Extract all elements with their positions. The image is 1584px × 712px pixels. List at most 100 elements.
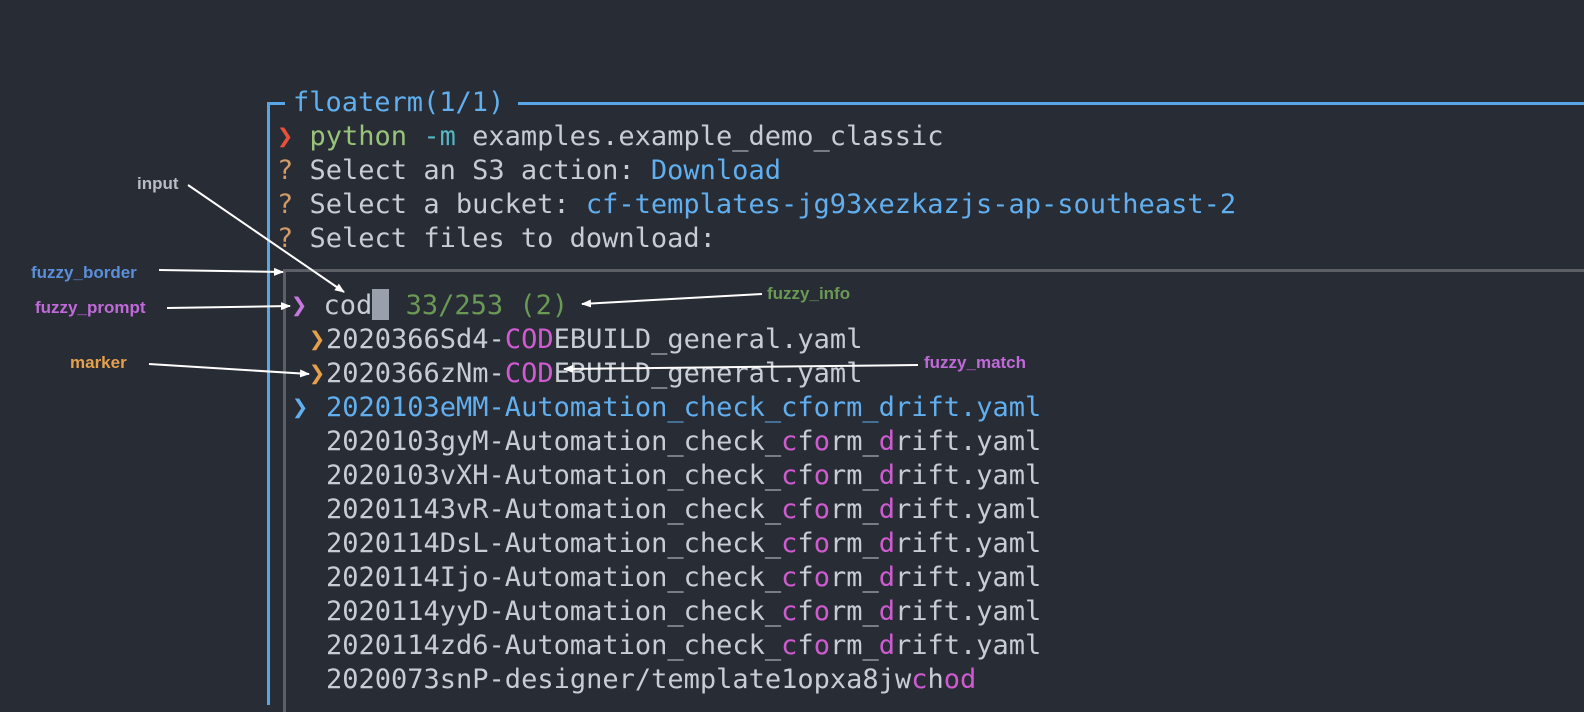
annotation-input: input: [137, 174, 179, 193]
item-text: 2020366zNm-: [326, 358, 505, 389]
question-answer: Download: [650, 155, 781, 186]
fuzzy-match-text: o: [813, 562, 830, 593]
fuzzy-match-text: c: [911, 664, 928, 695]
fuzzy-match-text: COD: [504, 324, 554, 355]
item-text: 2020103vXH-Automation_check_: [326, 460, 782, 491]
item-text: rm_: [829, 596, 879, 627]
fuzzy-match-text: d: [960, 664, 977, 695]
text-cursor: [372, 289, 390, 320]
fuzzy-info: 33/253 (2): [405, 290, 569, 321]
fuzzy-result-item[interactable]: 2020114zd6-Automation_check_cform_drift.…: [309, 629, 1041, 663]
item-text: 2020073snP-designer/template1opxa8jw: [326, 664, 912, 695]
arrow-fuzzy-border: [158, 267, 284, 276]
fuzzy-match-text: o: [813, 494, 830, 525]
floaterm-title: floaterm(1/1): [285, 86, 519, 120]
item-text: f: [797, 528, 814, 559]
fuzzy-prompt-icon: ❯: [291, 290, 308, 321]
fuzzy-result-item[interactable]: ❯2020366zNm-CODEBUILD_general.yaml: [309, 357, 862, 391]
fuzzy-match-text: d: [878, 426, 895, 457]
fuzzy-match-text: c: [781, 596, 798, 627]
fuzzy-result-item[interactable]: 2020103gyM-Automation_check_cform_drift.…: [309, 425, 1041, 459]
fuzzy-prompt-line[interactable]: ❯ cod 33/253 (2): [291, 289, 568, 323]
item-text: rift.yaml: [895, 596, 1042, 627]
fuzzy-match-text: c: [781, 426, 798, 457]
item-text: EBUILD_general.yaml: [553, 358, 863, 389]
question-action: ? Select an S3 action: Download: [277, 154, 781, 188]
fuzzy-result-item[interactable]: 2020103vXH-Automation_check_cform_drift.…: [309, 459, 1041, 493]
command-argument: examples.example_demo_classic: [472, 121, 944, 152]
fuzzy-match-text: d: [878, 562, 895, 593]
item-text: rm_: [829, 494, 879, 525]
fuzzy-match-text: c: [781, 528, 798, 559]
annotation-fuzzy-border: fuzzy_border: [31, 263, 137, 282]
command-line: ❯ python -m examples.example_demo_classi…: [277, 120, 944, 154]
question-mark-icon: ?: [277, 189, 294, 220]
fuzzy-match-text: c: [781, 494, 798, 525]
fuzzy-match-text: o: [813, 426, 830, 457]
item-text: f: [797, 562, 814, 593]
item-text: rift.yaml: [895, 494, 1042, 525]
item-text: 2020114zd6-Automation_check_: [326, 630, 782, 661]
item-text: f: [797, 630, 814, 661]
fuzzy-match-text: d: [878, 630, 895, 661]
annotation-marker: marker: [70, 353, 127, 372]
fuzzy-result-item[interactable]: 2020114yyD-Automation_check_cform_drift.…: [309, 595, 1041, 629]
marker-icon: ❯: [309, 324, 326, 355]
fuzzy-match-text: d: [878, 596, 895, 627]
fuzzy-match-text: o: [813, 528, 830, 559]
fuzzy-match-text: c: [781, 630, 798, 661]
question-mark-icon: ?: [277, 223, 294, 254]
item-text: h: [927, 664, 944, 695]
item-text: 2020366Sd4-: [326, 324, 505, 355]
item-text: 20201143vR-Automation_check_: [326, 494, 782, 525]
question-text: Select files to download:: [309, 223, 716, 254]
question-mark-icon: ?: [277, 155, 294, 186]
fuzzy-result-item[interactable]: 2020114Ijo-Automation_check_cform_drift.…: [309, 561, 1041, 595]
item-text: f: [797, 426, 814, 457]
fuzzy-match-text: o: [813, 596, 830, 627]
item-text: rift.yaml: [895, 460, 1042, 491]
fuzzy-result-item[interactable]: ❯2020366Sd4-CODEBUILD_general.yaml: [309, 323, 862, 357]
question-text: Select a bucket:: [309, 189, 586, 220]
item-text: rm_: [829, 630, 879, 661]
pointer-icon: ❯: [292, 392, 309, 423]
question-answer: cf-templates-jg93xezkazjs-ap-southeast-2: [585, 189, 1237, 220]
item-text: f: [797, 494, 814, 525]
fuzzy-match-text: c: [781, 562, 798, 593]
fuzzy-match-text: o: [813, 460, 830, 491]
fuzzy-result-item[interactable]: ❯ 2020103eMM-Automation_check_cform_drift…: [292, 391, 1042, 425]
item-text: 2020114yyD-Automation_check_: [326, 596, 782, 627]
fuzzy-search-input[interactable]: cod: [324, 290, 373, 321]
item-text: 2020114DsL-Automation_check_: [326, 528, 782, 559]
annotation-fuzzy-match: fuzzy_match: [924, 353, 1027, 372]
item-text: rift.yaml: [895, 528, 1042, 559]
annotation-fuzzy-info: fuzzy_info: [767, 284, 851, 303]
question-text: Select an S3 action:: [309, 155, 651, 186]
fuzzy-result-item[interactable]: 2020114DsL-Automation_check_cform_drift.…: [309, 527, 1041, 561]
item-text: 2020114Ijo-Automation_check_: [326, 562, 782, 593]
fuzzy-match-text: d: [878, 528, 895, 559]
fuzzy-result-item[interactable]: 20201143vR-Automation_check_cform_drift.…: [309, 493, 1041, 527]
question-bucket: ? Select a bucket: cf-templates-jg93xezk…: [277, 188, 1236, 222]
fuzzy-match-text: d: [878, 460, 895, 491]
fuzzy-match-text: COD: [504, 358, 554, 389]
item-text: 2020103gyM-Automation_check_: [326, 426, 782, 457]
marker-icon: ❯: [309, 358, 326, 389]
shell-prompt-icon: ❯: [277, 121, 294, 152]
fuzzy-match-text: d: [878, 494, 895, 525]
item-text: f: [797, 596, 814, 627]
fuzzy-match-text: o: [943, 664, 960, 695]
item-text: rm_: [829, 562, 879, 593]
item-text: rift.yaml: [895, 630, 1042, 661]
item-text: 2020103eMM-Automation_check_cform_drift.…: [326, 392, 1042, 423]
item-text: rm_: [829, 460, 879, 491]
item-text: rift.yaml: [895, 426, 1042, 457]
command-flag: -m: [423, 121, 456, 152]
question-files: ? Select files to download:: [277, 222, 716, 256]
item-text: EBUILD_general.yaml: [553, 324, 863, 355]
item-text: rift.yaml: [895, 562, 1042, 593]
fuzzy-match-text: o: [813, 630, 830, 661]
command-program: python: [309, 121, 408, 152]
item-text: rm_: [829, 426, 879, 457]
fuzzy-match-text: c: [781, 460, 798, 491]
